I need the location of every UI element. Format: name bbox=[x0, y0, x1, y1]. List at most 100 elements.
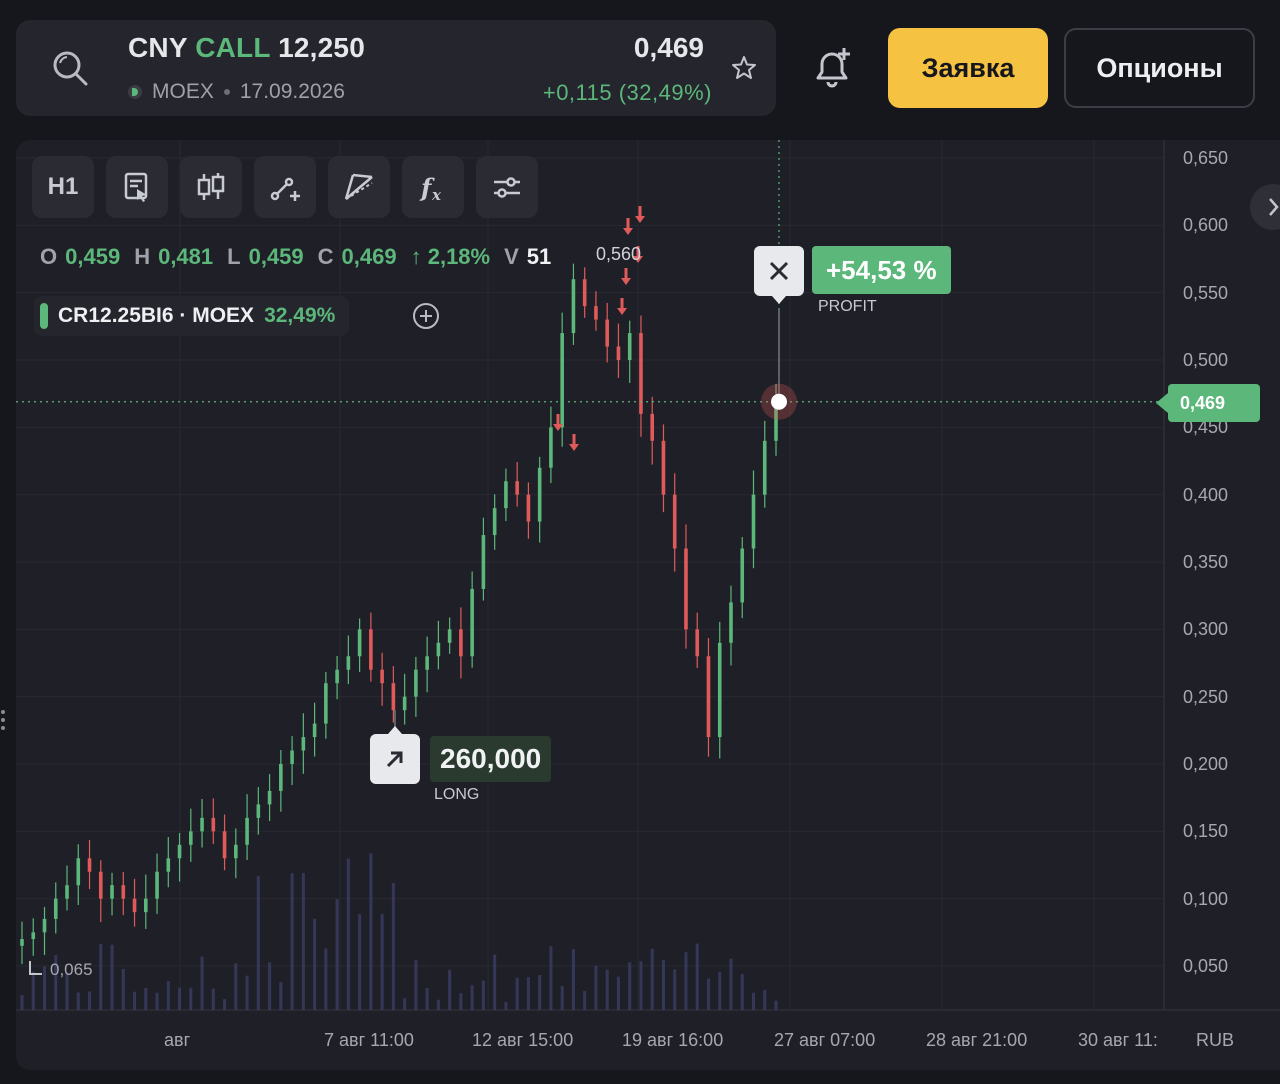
candle-body bbox=[594, 306, 598, 320]
candle-body bbox=[425, 656, 429, 670]
candle-body bbox=[740, 548, 745, 603]
volume-bar bbox=[639, 961, 643, 1010]
y-tick-label: 0,500 bbox=[1182, 350, 1228, 370]
x-tick-label: 19 авг 16:00 bbox=[622, 1030, 724, 1050]
volume-bar bbox=[751, 992, 755, 1010]
volume-bar bbox=[729, 958, 733, 1010]
x-tick-label: 30 авг 11: bbox=[1078, 1030, 1158, 1050]
drag-handle-icon[interactable] bbox=[0, 708, 6, 732]
currency-label: RUB bbox=[1196, 1030, 1235, 1050]
close-position-button[interactable] bbox=[754, 246, 804, 304]
volume-bar bbox=[774, 1000, 778, 1010]
candle-body bbox=[76, 858, 81, 886]
candle-body bbox=[200, 817, 204, 832]
scroll-right-button[interactable] bbox=[1250, 184, 1280, 230]
candle-body bbox=[672, 494, 677, 549]
long-position-marker[interactable] bbox=[370, 726, 420, 784]
candlestick-icon bbox=[197, 173, 225, 200]
star-icon[interactable] bbox=[730, 54, 758, 82]
candle-body bbox=[481, 535, 486, 589]
candle-body bbox=[256, 804, 261, 818]
volume-bar bbox=[718, 971, 722, 1010]
y-tick-label: 0,650 bbox=[1182, 148, 1228, 168]
series-legend[interactable]: CR12.25BI6 · MOEX 32,49% bbox=[34, 296, 350, 336]
search-icon[interactable] bbox=[50, 48, 90, 88]
candle-body bbox=[143, 898, 148, 913]
add-series-icon[interactable] bbox=[406, 296, 446, 336]
profit-value: +54,53 % bbox=[812, 246, 951, 294]
candle-body bbox=[335, 669, 339, 684]
volume-bar bbox=[594, 965, 598, 1010]
settings-button[interactable] bbox=[476, 156, 538, 218]
candle-body bbox=[684, 548, 688, 630]
series-color-swatch bbox=[40, 303, 48, 329]
candle-body bbox=[436, 642, 441, 657]
order-button[interactable]: Заявка bbox=[888, 28, 1048, 108]
candle-body bbox=[661, 440, 666, 495]
volume-bar bbox=[684, 952, 688, 1010]
series-change: 32,49% bbox=[264, 304, 336, 327]
indicators-button[interactable]: fx bbox=[402, 156, 464, 218]
close-label: C bbox=[317, 244, 334, 269]
volume-bar bbox=[166, 980, 170, 1010]
volume-bar bbox=[200, 956, 204, 1010]
volume-bar bbox=[99, 943, 103, 1010]
candle-body bbox=[380, 669, 384, 684]
ticker-base: CNY bbox=[128, 32, 188, 63]
candle-body bbox=[582, 279, 587, 307]
volume-bar bbox=[481, 980, 485, 1010]
notes-tool-button[interactable] bbox=[106, 156, 168, 218]
close-value: 0,469 bbox=[341, 244, 397, 269]
line-tool-button[interactable] bbox=[254, 156, 316, 218]
volume-bar bbox=[256, 876, 260, 1010]
candle-body bbox=[132, 898, 137, 913]
volume-bar bbox=[706, 978, 710, 1010]
separator-dot bbox=[223, 89, 230, 95]
bar-change: ↑ 2,18% bbox=[410, 244, 491, 269]
fib-tool-button[interactable] bbox=[328, 156, 390, 218]
candle-body bbox=[166, 858, 171, 872]
candle-body bbox=[65, 885, 69, 899]
interval-button[interactable]: H1 bbox=[32, 156, 94, 218]
candle-body bbox=[650, 413, 655, 441]
volume-bar bbox=[414, 960, 418, 1010]
candle-body bbox=[402, 696, 407, 711]
volume-bar bbox=[324, 948, 328, 1010]
options-button[interactable]: Опционы bbox=[1064, 28, 1255, 108]
candle-body bbox=[762, 440, 767, 495]
volume-bar bbox=[628, 962, 632, 1010]
candle-body bbox=[312, 723, 317, 738]
y-tick-label: 0,150 bbox=[1182, 821, 1228, 842]
ticker-card[interactable]: CNY CALL 12,250 MOEX 17.09.2026 0,469 +0… bbox=[16, 20, 776, 116]
max-price-label: 0,560 bbox=[596, 244, 642, 264]
y-tick-label: 0,200 bbox=[1182, 754, 1228, 774]
open-label: O bbox=[40, 244, 58, 269]
volume-value: 51 bbox=[526, 244, 552, 269]
expiry-date: 17.09.2026 bbox=[239, 80, 345, 103]
volume-bar bbox=[335, 899, 339, 1010]
trend-line-icon bbox=[270, 177, 300, 201]
candle-body bbox=[301, 737, 306, 751]
volume-bar bbox=[661, 959, 665, 1010]
volume-bar bbox=[616, 976, 620, 1010]
candle-body bbox=[571, 279, 576, 334]
sell-signal-arrowhead bbox=[623, 228, 633, 235]
app-root: CNY CALL 12,250 MOEX 17.09.2026 0,469 +0… bbox=[0, 0, 1280, 1084]
high-label: H bbox=[134, 244, 151, 269]
chart-panel[interactable]: H1 fx O 0,459 H 0,481 L 0,459 C 0,469 ↑ … bbox=[16, 140, 1280, 1070]
candle-body bbox=[31, 932, 36, 940]
sell-signal-arrowhead bbox=[617, 308, 627, 315]
volume-bar bbox=[403, 998, 407, 1010]
volume-bar bbox=[436, 999, 440, 1010]
volume-bar bbox=[178, 987, 182, 1010]
bell-plus-icon[interactable] bbox=[808, 44, 856, 92]
volume-bar bbox=[110, 944, 114, 1010]
x-tick-label: авг bbox=[164, 1030, 191, 1050]
reset-scale-icon[interactable] bbox=[26, 958, 46, 978]
price-chart[interactable] bbox=[16, 140, 1280, 1070]
candle-body bbox=[267, 790, 272, 805]
candle-body bbox=[729, 602, 733, 643]
volume-bar bbox=[268, 962, 272, 1010]
chart-type-button[interactable] bbox=[180, 156, 242, 218]
volume-bar bbox=[763, 989, 767, 1010]
